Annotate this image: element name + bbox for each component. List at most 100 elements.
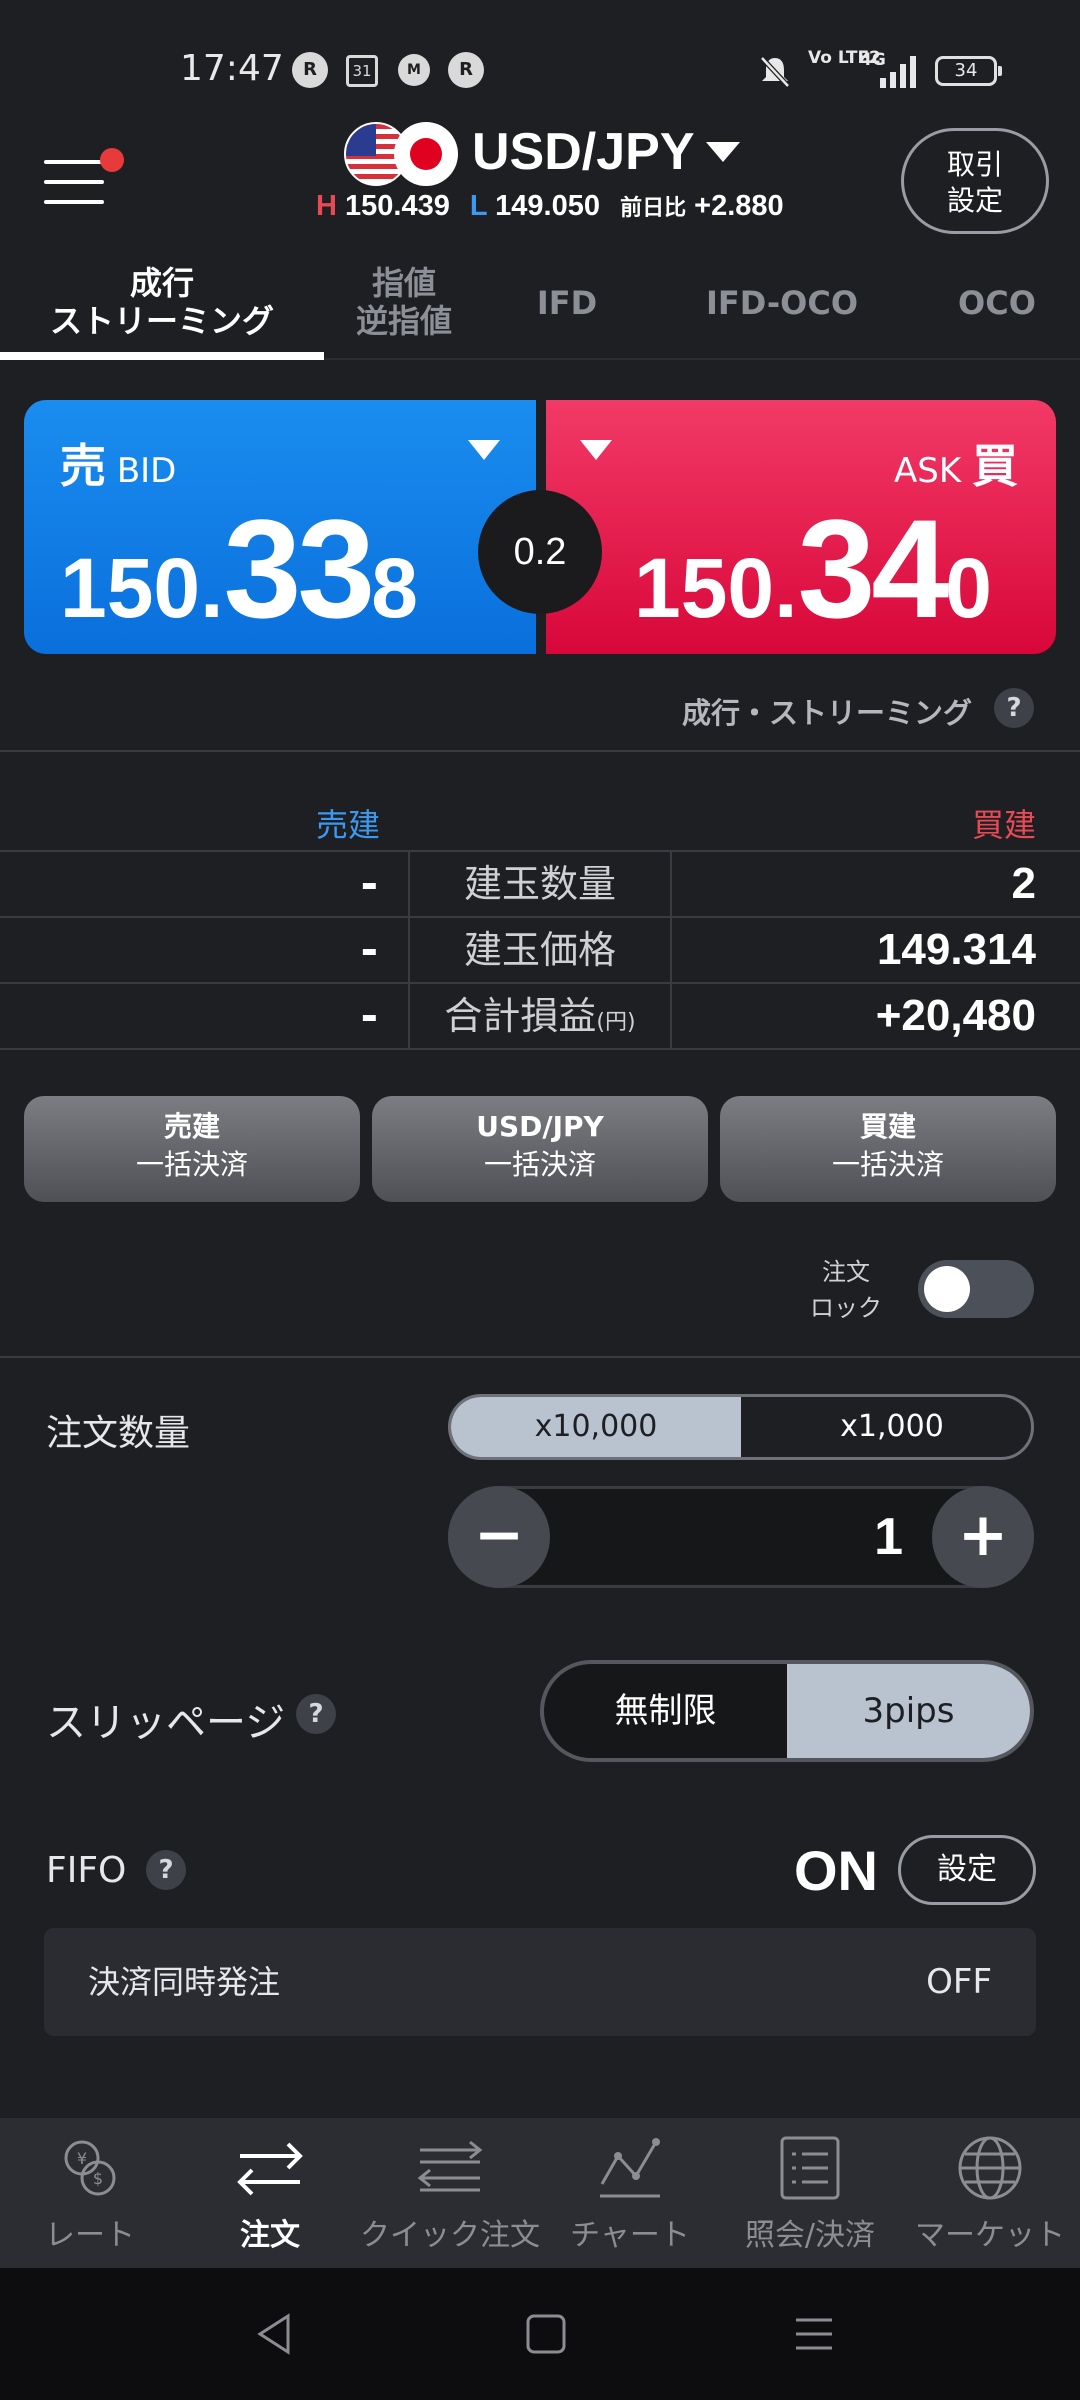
- ask-price: 150.340: [634, 488, 992, 650]
- sell-position-header: 売建: [316, 806, 381, 844]
- spread-badge: 0.2: [478, 490, 602, 614]
- nav-label: マーケット: [915, 2218, 1065, 2253]
- buy-value: 149.314: [876, 925, 1036, 974]
- toggle-knob: [924, 1266, 970, 1312]
- row-label: 合計損益(円): [408, 984, 672, 1048]
- tab-limit-stop[interactable]: 指値 逆指値: [324, 258, 484, 360]
- bottom-navigation: ¥ $ レート 注文 クイック注文 チャート 照会/決済 マーケット: [0, 2118, 1080, 2268]
- close-all-pair-button[interactable]: USD/JPY 一括決済: [372, 1096, 708, 1202]
- bid-price-main: 150.: [60, 541, 224, 635]
- tab-ifd[interactable]: IFD: [484, 258, 650, 360]
- nav-label: チャート: [570, 2218, 690, 2253]
- chart-icon: [600, 2138, 660, 2198]
- inquiry-icon: [780, 2136, 840, 2200]
- chevron-down-icon[interactable]: [706, 142, 740, 162]
- tab-label-line1: 成行: [129, 264, 194, 302]
- back-icon[interactable]: [248, 2306, 304, 2362]
- row-label: 建玉数量: [408, 852, 672, 916]
- slippage-label: スリッページ: [46, 1700, 286, 1746]
- nav-item-chart[interactable]: チャート: [540, 2118, 720, 2268]
- ask-price-pips: 34: [797, 490, 950, 647]
- rakuten-link-icon-2: R: [448, 52, 484, 88]
- order-lock-label: 注文 ロック: [810, 1254, 882, 1326]
- home-icon[interactable]: [518, 2306, 574, 2362]
- rakuten-link-icon: R: [292, 52, 328, 88]
- ask-price-fraction: 0: [945, 541, 992, 635]
- ask-panel[interactable]: ASK 買 150.340: [546, 400, 1056, 654]
- slippage-selector: 無制限 3pips: [540, 1660, 1034, 1762]
- table-row: - 建玉価格 149.314: [0, 916, 1080, 982]
- tab-oco[interactable]: OCO: [914, 258, 1080, 360]
- quantity-unit-selector: x10,000 x1,000: [448, 1394, 1034, 1460]
- simultaneous-settlement-value: OFF: [926, 1962, 992, 2002]
- slippage-option-pips[interactable]: 3pips: [787, 1664, 1030, 1758]
- bid-price-fraction: 8: [371, 541, 418, 635]
- menu-icon[interactable]: [44, 158, 108, 208]
- low-value: 149.050: [495, 190, 600, 222]
- row-label-unit: (円): [596, 1010, 636, 1035]
- slippage-help-icon[interactable]: ?: [296, 1694, 336, 1734]
- japan-flag-icon: [394, 122, 458, 186]
- bid-text: BID: [116, 451, 177, 491]
- quantity-input[interactable]: 1: [874, 1489, 903, 1585]
- nav-label: 注文: [240, 2218, 300, 2253]
- order-type-note: 成行・ストリーミング: [681, 696, 972, 730]
- bid-price-pips: 33: [223, 490, 376, 647]
- bulk-button-line2: 一括決済: [483, 1148, 596, 1181]
- bid-price: 150.338: [60, 488, 418, 650]
- trade-settings-line2: 設定: [946, 184, 1003, 217]
- system-navigation-bar: [0, 2268, 1080, 2400]
- unit-option-1000[interactable]: x1,000: [747, 1397, 1031, 1457]
- order-type-tabs: 成行 ストリーミング 指値 逆指値 IFD IFD-OCO OCO: [0, 258, 1080, 360]
- tab-label: IFD: [536, 284, 598, 322]
- help-icon[interactable]: ?: [994, 688, 1034, 728]
- battery-indicator: 34: [935, 56, 1002, 86]
- ask-kanji: 買: [972, 439, 1018, 493]
- section-divider: [0, 1356, 1080, 1358]
- table-row: - 建玉数量 2: [0, 850, 1080, 916]
- recents-icon[interactable]: [786, 2306, 842, 2362]
- fifo-settings-button[interactable]: 設定: [898, 1835, 1036, 1905]
- bulk-button-line2: 一括決済: [831, 1148, 944, 1181]
- fifo-label: FIFO: [46, 1850, 127, 1891]
- section-divider: [0, 750, 1080, 752]
- ask-text: ASK: [894, 451, 962, 491]
- diff-label: 前日比: [620, 195, 687, 220]
- tab-label: OCO: [958, 284, 1036, 322]
- simultaneous-settlement-row[interactable]: 決済同時発注 OFF: [44, 1928, 1036, 2036]
- trade-settings-button[interactable]: 取引 設定: [901, 128, 1049, 234]
- signal-icon: [880, 56, 916, 88]
- close-all-buy-button[interactable]: 買建 一括決済: [720, 1096, 1056, 1202]
- minus-icon[interactable]: −: [448, 1486, 550, 1588]
- ask-chevron-down-icon[interactable]: [580, 440, 612, 460]
- status-time: 17:47: [180, 48, 284, 89]
- nav-item-order[interactable]: 注文: [180, 2118, 360, 2268]
- order-lock-line2: ロック: [810, 1294, 882, 1322]
- notification-dot: [100, 148, 124, 172]
- high-low-summary: H 150.439 L 149.050 前日比 +2.880: [316, 190, 784, 223]
- plus-icon[interactable]: +: [932, 1486, 1034, 1588]
- tab-ifd-oco[interactable]: IFD-OCO: [650, 258, 914, 360]
- bulk-button-line1: 買建: [859, 1110, 916, 1143]
- order-lock-toggle[interactable]: [918, 1260, 1034, 1318]
- fifo-help-icon[interactable]: ?: [146, 1850, 186, 1890]
- tab-label: IFD-OCO: [705, 284, 859, 322]
- nav-item-inquiry[interactable]: 照会/決済: [720, 2118, 900, 2268]
- nav-item-rate[interactable]: ¥ $ レート: [0, 2118, 180, 2268]
- bid-chevron-down-icon[interactable]: [468, 440, 500, 460]
- unit-option-10000[interactable]: x10,000: [451, 1397, 741, 1457]
- close-all-sell-button[interactable]: 売建 一括決済: [24, 1096, 360, 1202]
- row-label: 建玉価格: [408, 918, 672, 982]
- messenger-icon: M: [398, 54, 430, 86]
- nav-item-market[interactable]: マーケット: [900, 2118, 1080, 2268]
- row-label-text: 建玉価格: [463, 928, 616, 972]
- slippage-option-unlimited[interactable]: 無制限: [544, 1664, 787, 1758]
- status-bar: 17:47 R 31 M R Vo LTE2 4G 34: [0, 0, 1080, 130]
- tab-market-streaming[interactable]: 成行 ストリーミング: [0, 258, 324, 360]
- bid-kanji: 売: [60, 439, 106, 493]
- simultaneous-settlement-label: 決済同時発注: [88, 1963, 281, 2001]
- nav-item-quick-order[interactable]: クイック注文: [360, 2118, 540, 2268]
- currency-pair-selector[interactable]: USD/JPY: [472, 122, 695, 182]
- bid-panel[interactable]: 売 BID 150.338: [24, 400, 536, 654]
- fifo-state: ON: [794, 1839, 878, 1902]
